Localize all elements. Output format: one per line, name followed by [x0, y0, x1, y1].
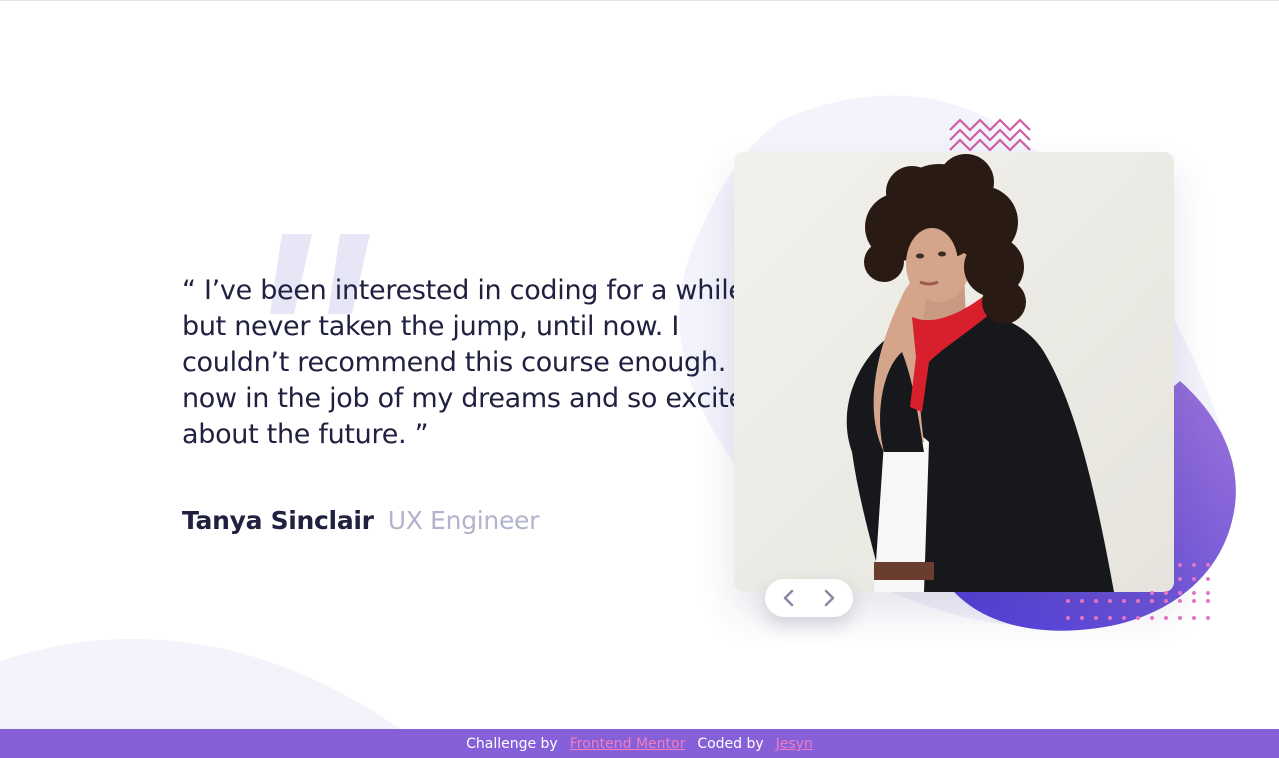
- zigzag-pattern: [949, 118, 1031, 152]
- testimonial-author: Tanya Sinclair UX Engineer: [182, 506, 539, 535]
- author-name: Tanya Sinclair: [182, 506, 374, 535]
- frontend-mentor-link[interactable]: Frontend Mentor: [570, 736, 686, 752]
- testimonial-page: “ I’ve been interested in coding for a w…: [0, 0, 1279, 758]
- chevron-right-icon: [824, 589, 835, 607]
- author-link[interactable]: Jesyn: [776, 736, 813, 752]
- chevron-left-icon: [783, 589, 794, 607]
- coded-by-label: Coded by: [697, 736, 764, 752]
- author-role: UX Engineer: [387, 506, 540, 535]
- author-photo: [734, 152, 1174, 592]
- dots-pattern: [1066, 563, 1210, 620]
- previous-button[interactable]: [774, 583, 804, 613]
- attribution-footer: Challenge by Frontend Mentor Coded by Je…: [0, 729, 1279, 758]
- slider-navigation: [765, 579, 853, 617]
- next-button[interactable]: [814, 583, 844, 613]
- testimonial-quote: “ I’ve been interested in coding for a w…: [182, 275, 777, 450]
- challenge-label: Challenge by: [466, 736, 558, 752]
